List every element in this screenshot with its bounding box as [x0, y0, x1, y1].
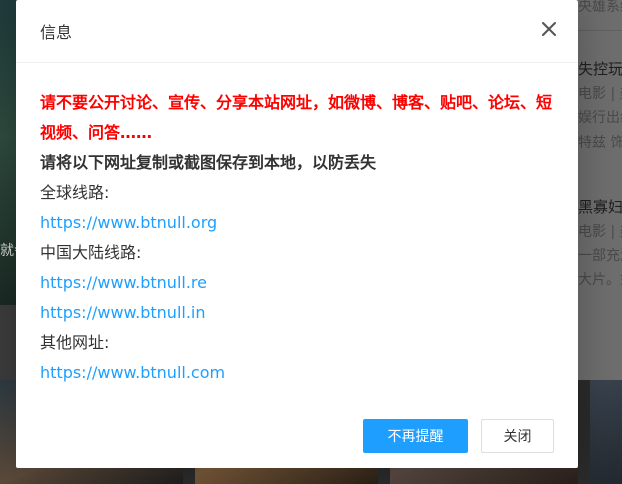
info-dialog: 信息 请不要公开讨论、宣传、分享本站网址，如微博、博客、贴吧、论坛、短视频、问答…: [16, 0, 578, 468]
background-line: 一部充满: [578, 248, 622, 264]
china-route-link-2[interactable]: https://www.btnull.in: [40, 298, 558, 328]
no-remind-button[interactable]: 不再提醒: [363, 419, 468, 453]
background-line: 黑寡妇: [578, 198, 622, 216]
close-button[interactable]: 关闭: [481, 419, 554, 453]
background-line: 电影 | 美: [578, 224, 622, 240]
background-divider: [578, 30, 622, 31]
close-icon[interactable]: [540, 20, 558, 38]
china-route-label: 中国大陆线路:: [40, 243, 142, 262]
other-url-label: 其他网址:: [40, 333, 110, 352]
background-line: 大片。如: [578, 272, 622, 288]
save-notice: 请将以下网址复制或截图保存到本地，以防丢失: [40, 153, 377, 172]
dialog-title: 信息: [40, 23, 73, 42]
background-line: 电影 | 美: [578, 86, 622, 102]
global-route-link[interactable]: https://www.btnull.org: [40, 208, 558, 238]
background-thumbnail: [590, 380, 622, 484]
background-line: 央雄系统: [578, 0, 622, 15]
global-route-label: 全球线路:: [40, 183, 110, 202]
dialog-content: 请不要公开讨论、宣传、分享本站网址，如微博、博客、贴吧、论坛、短视频、问答…… …: [40, 88, 558, 388]
dialog-header: 信息: [16, 0, 578, 63]
background-line: 娱行出线: [578, 110, 622, 126]
warning-text: 请不要公开讨论、宣传、分享本站网址，如微博、博客、贴吧、论坛、短视频、问答……: [40, 93, 553, 142]
dialog-footer: 不再提醒 关闭: [16, 419, 578, 455]
background-line: 特兹 饰: [578, 135, 622, 151]
china-route-link-1[interactable]: https://www.btnull.re: [40, 268, 558, 298]
other-url-link[interactable]: https://www.btnull.com: [40, 358, 558, 388]
background-line: 失控玩家: [578, 60, 622, 78]
background-right-column: 央雄系统 失控玩家 电影 | 美 娱行出线 特兹 饰 黑寡妇 电影 | 美 一部…: [578, 0, 622, 380]
